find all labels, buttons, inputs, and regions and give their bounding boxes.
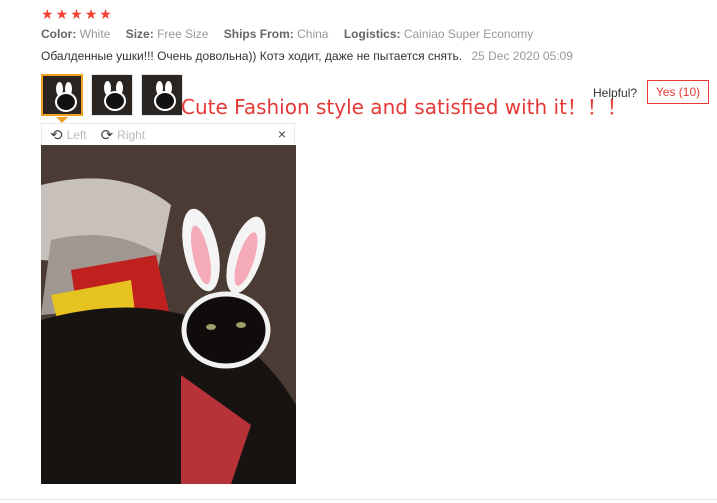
- thumbnail-graphic: [104, 91, 126, 111]
- star-icon: ★: [99, 6, 112, 22]
- logistics-label: Logistics:: [343, 27, 401, 41]
- color-label: Color:: [41, 27, 77, 41]
- rotate-right-icon: ⟳: [100, 126, 114, 144]
- logistics-value: Cainiao Super Economy: [403, 27, 534, 41]
- rotate-right-button[interactable]: ⟳ Right: [101, 126, 146, 144]
- star-icon: ★: [84, 6, 98, 22]
- star-icon: ★: [70, 6, 83, 22]
- star-icon: ★: [41, 6, 54, 22]
- review-thumbnails: [41, 74, 183, 116]
- image-viewer-toolbar: ⟲ Left ⟳ Right ×: [41, 123, 295, 145]
- thumbnail-graphic: [154, 91, 176, 111]
- thumbnail-graphic: [55, 92, 77, 112]
- review-thumbnail[interactable]: [41, 74, 83, 116]
- rotate-left-icon: ⟲: [50, 126, 63, 144]
- review-caption: Cute Fashion style and satisfied with it…: [181, 95, 627, 119]
- star-icon: ★: [55, 6, 69, 22]
- cat-photo-graphic: [41, 145, 296, 484]
- rotate-left-button[interactable]: ⟲ Left: [50, 126, 87, 144]
- ships-from-value: China: [297, 27, 329, 41]
- rotate-left-label: Left: [66, 127, 87, 142]
- helpful-label: Helpful?: [593, 86, 638, 100]
- divider: [0, 499, 717, 500]
- color-value: White: [79, 27, 111, 41]
- rotate-right-label: Right: [117, 127, 146, 142]
- rating-stars: ★ ★ ★ ★ ★: [41, 7, 112, 21]
- review-photo: [41, 145, 296, 484]
- review-thumbnail[interactable]: [141, 74, 183, 116]
- helpful-yes-button[interactable]: Yes (10): [647, 80, 709, 104]
- ships-from-label: Ships From:: [223, 27, 294, 41]
- close-icon[interactable]: ×: [278, 126, 286, 142]
- review-thumbnail[interactable]: [91, 74, 133, 116]
- cat-eye-graphic: [236, 322, 246, 328]
- size-value: Free Size: [157, 27, 209, 41]
- cat-eye-graphic: [206, 324, 216, 330]
- review-text-row: Обалденные ушки!!! Очень довольна)) Котэ…: [41, 49, 573, 63]
- order-meta: Color: White Size: Free Size Ships From:…: [41, 27, 545, 41]
- size-label: Size:: [125, 27, 154, 41]
- cat-head-graphic: [181, 291, 271, 369]
- review-date: 25 Dec 2020 05:09: [471, 49, 573, 63]
- review-text: Обалденные ушки!!! Очень довольна)) Котэ…: [41, 49, 463, 63]
